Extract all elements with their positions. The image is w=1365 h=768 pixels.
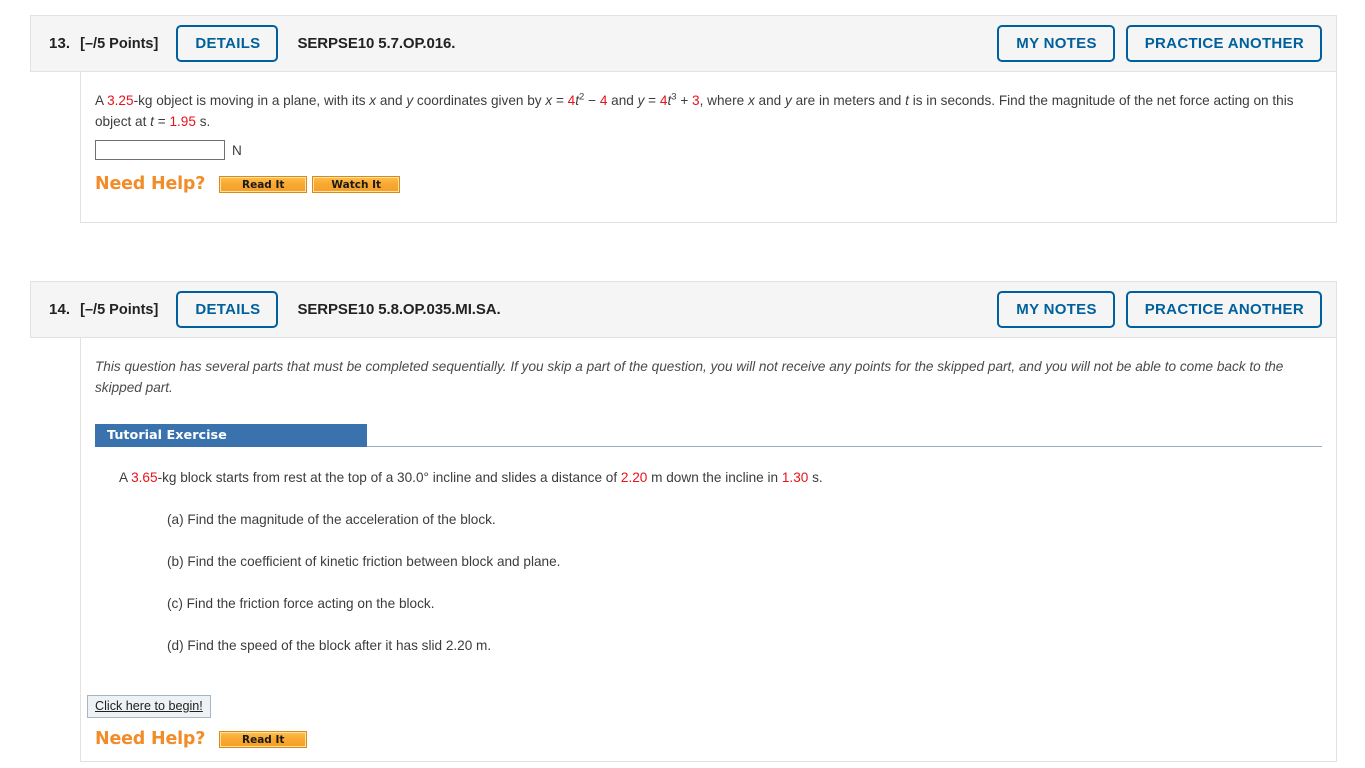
question-header-13: 13. [–/5 Points] DETAILS SERPSE10 5.7.OP… bbox=[30, 15, 1337, 72]
header-actions: MY NOTES PRACTICE ANOTHER bbox=[997, 291, 1322, 328]
problem-statement-14: A 3.65-kg block starts from rest at the … bbox=[81, 447, 1336, 488]
tutorial-exercise-section: Tutorial Exercise bbox=[95, 424, 1336, 447]
question-number: 13. bbox=[49, 35, 71, 52]
answer-unit: N bbox=[232, 142, 242, 158]
text-fragment: -kg block starts from rest at the top of… bbox=[157, 470, 621, 485]
text-fragment: and bbox=[607, 93, 638, 108]
question-card-14: 14. [–/5 Points] DETAILS SERPSE10 5.8.OP… bbox=[30, 281, 1337, 762]
subpart-d: (d) Find the speed of the block after it… bbox=[167, 638, 492, 653]
watch-it-button[interactable]: Watch It bbox=[312, 175, 401, 193]
subpart-a: (a) Find the magnitude of the accelerati… bbox=[167, 512, 496, 527]
text-fragment: A bbox=[95, 93, 108, 108]
text-fragment: are in meters and bbox=[791, 93, 906, 108]
subpart-b: (b) Find the coefficient of kinetic fric… bbox=[167, 554, 561, 569]
click-here-to-begin-link[interactable]: Click here to begin! bbox=[87, 695, 211, 718]
text-fragment: m down the incline in bbox=[647, 470, 782, 485]
equation-y-constant: 3 bbox=[692, 93, 700, 108]
subpart-c: (c) Find the friction force acting on th… bbox=[167, 596, 435, 611]
question-number: 14. bbox=[49, 301, 71, 318]
header-actions: MY NOTES PRACTICE ANOTHER bbox=[997, 25, 1322, 62]
read-it-button[interactable]: Read It bbox=[219, 175, 308, 193]
distance-value: 2.20 bbox=[620, 470, 648, 485]
text-fragment: + bbox=[676, 93, 693, 108]
read-it-button[interactable]: Read It bbox=[219, 730, 308, 748]
tutorial-divider bbox=[367, 446, 1322, 447]
question-body-13: A 3.25-kg object is moving in a plane, w… bbox=[80, 72, 1337, 223]
answer-row-13: N bbox=[81, 132, 1336, 160]
begin-row: Click here to begin! bbox=[81, 656, 1336, 718]
my-notes-button[interactable]: MY NOTES bbox=[997, 291, 1115, 328]
question-points: [–/5 Points] bbox=[80, 301, 159, 318]
question-code: SERPSE10 5.7.OP.016. bbox=[297, 35, 456, 52]
need-help-label: Need Help? bbox=[95, 174, 206, 194]
tutorial-exercise-banner: Tutorial Exercise bbox=[95, 424, 367, 447]
question-body-14: This question has several parts that mus… bbox=[80, 338, 1337, 762]
question-card-13: 13. [–/5 Points] DETAILS SERPSE10 5.7.OP… bbox=[30, 15, 1337, 223]
details-button[interactable]: DETAILS bbox=[176, 25, 279, 62]
sequential-notice: This question has several parts that mus… bbox=[95, 359, 1284, 395]
text-fragment: = bbox=[552, 93, 568, 108]
mass-value: 3.65 bbox=[131, 470, 158, 485]
question-points: [–/5 Points] bbox=[80, 35, 159, 52]
need-help-row-13: Need Help? Read It Watch It bbox=[81, 160, 1336, 194]
var-y-2: y bbox=[785, 93, 792, 108]
text-fragment: s. bbox=[808, 470, 823, 485]
text-fragment: , where bbox=[699, 93, 748, 108]
var-x-2: x bbox=[747, 93, 755, 108]
text-fragment: = bbox=[153, 114, 170, 129]
details-button[interactable]: DETAILS bbox=[176, 291, 279, 328]
assignment-page: 13. [–/5 Points] DETAILS SERPSE10 5.7.OP… bbox=[0, 0, 1365, 768]
time-value: 1.30 bbox=[781, 470, 809, 485]
question-header-14: 14. [–/5 Points] DETAILS SERPSE10 5.8.OP… bbox=[30, 281, 1337, 338]
problem-statement-13: A 3.25-kg object is moving in a plane, w… bbox=[81, 72, 1336, 132]
text-fragment: and bbox=[754, 93, 785, 108]
text-fragment: and bbox=[376, 93, 407, 108]
text-fragment: A bbox=[119, 470, 132, 485]
text-fragment: − bbox=[584, 93, 600, 108]
need-help-label: Need Help? bbox=[95, 729, 206, 749]
text-fragment: s. bbox=[195, 114, 211, 129]
text-fragment: coordinates given by bbox=[413, 93, 546, 108]
text-fragment: -kg object is moving in a plane, with it… bbox=[133, 93, 370, 108]
mass-value: 3.25 bbox=[107, 93, 134, 108]
text-fragment: = bbox=[644, 93, 660, 108]
need-help-row-14: Need Help? Read It bbox=[81, 718, 1336, 749]
time-value: 1.95 bbox=[169, 114, 196, 129]
practice-another-button[interactable]: PRACTICE ANOTHER bbox=[1125, 291, 1322, 328]
practice-another-button[interactable]: PRACTICE ANOTHER bbox=[1125, 25, 1322, 62]
my-notes-button[interactable]: MY NOTES bbox=[997, 25, 1115, 62]
question-code: SERPSE10 5.8.OP.035.MI.SA. bbox=[297, 301, 501, 318]
answer-input[interactable] bbox=[95, 140, 225, 160]
